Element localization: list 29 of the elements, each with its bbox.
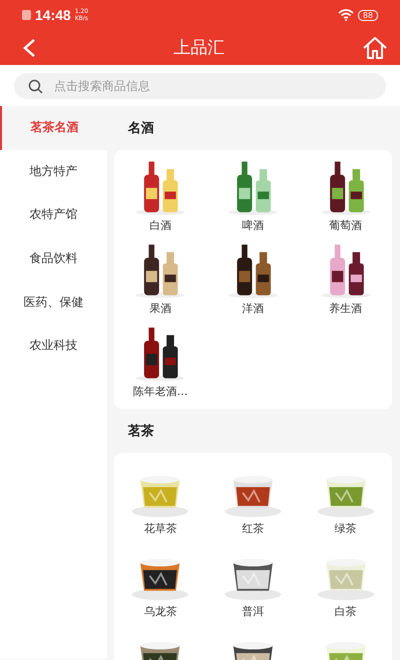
page-title: 上品汇	[174, 37, 224, 59]
category-name[interactable]: 陈年老酒…	[132, 384, 188, 399]
status-time: 14:48	[35, 7, 71, 23]
back-icon[interactable]	[22, 38, 36, 58]
sidebar-item[interactable]: 茗茶名酒	[0, 106, 107, 150]
battery-icon: 88	[358, 10, 378, 20]
category-name[interactable]: 白茶	[334, 604, 357, 619]
category-name[interactable]: 绿茶	[334, 521, 357, 536]
search-field[interactable]: 点击搜索商品信息	[14, 73, 386, 99]
category-name[interactable]: 红茶	[242, 521, 264, 536]
category-name[interactable]: 果酒	[149, 301, 172, 316]
category-name[interactable]: 白酒	[149, 218, 172, 233]
sidebar-item[interactable]: 食品饮料	[0, 236, 107, 280]
category-name[interactable]: 养生酒	[329, 301, 362, 316]
category-name[interactable]: 啤酒	[242, 218, 264, 233]
category-name[interactable]: 葡萄酒	[329, 218, 362, 233]
sidebar-item[interactable]: 医药、保健	[0, 280, 107, 324]
category-name[interactable]: 普洱	[242, 604, 264, 619]
section-title: 茗茶	[128, 423, 154, 440]
sidebar-item[interactable]: 地方特产	[0, 150, 107, 194]
notification-icon	[22, 10, 31, 20]
category-name[interactable]: 洋酒	[242, 301, 264, 316]
category-name[interactable]: 花草茶	[144, 521, 177, 536]
sidebar-item[interactable]: 农业科技	[0, 324, 107, 368]
home-icon[interactable]	[362, 36, 388, 60]
sidebar-item[interactable]: 农特产馆	[0, 193, 107, 237]
category-name[interactable]: 乌龙茶	[144, 604, 177, 619]
wifi-icon	[338, 9, 354, 21]
section-title: 名酒	[128, 120, 154, 137]
